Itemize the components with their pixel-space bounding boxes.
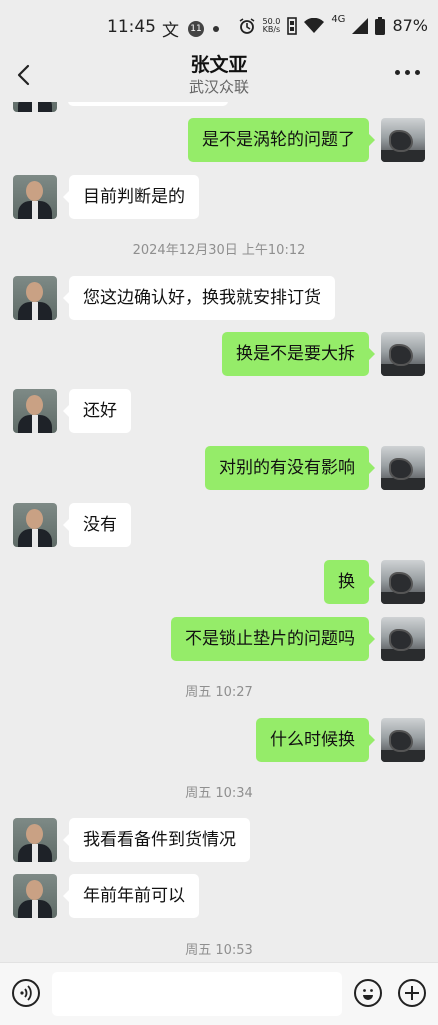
chat-title: 张文亚 xyxy=(190,54,248,76)
my-avatar[interactable] xyxy=(381,718,425,762)
dot-icon xyxy=(213,25,219,32)
timestamp: 2024年12月30日 上午10:12 xyxy=(132,243,306,258)
alarm-icon xyxy=(239,17,254,34)
message-bubble-received[interactable]: 没有 xyxy=(63,503,131,547)
net-speed: 50.0 KB/s xyxy=(262,17,281,34)
input-bar xyxy=(0,962,438,1025)
message-bubble-sent[interactable]: 换 xyxy=(324,560,375,604)
signal-icon xyxy=(352,17,369,34)
timestamp: 周五 10:34 xyxy=(185,786,253,801)
timestamp: 周五 10:27 xyxy=(185,685,253,700)
status-time: 11:45 xyxy=(107,17,156,37)
message-bubble-sent[interactable]: 对别的有没有影响 xyxy=(205,446,375,490)
timestamp: 周五 10:53 xyxy=(185,943,253,958)
message-bubble-partial xyxy=(68,102,228,106)
contact-avatar[interactable] xyxy=(13,175,57,219)
battery-icon xyxy=(375,16,386,35)
voice-icon[interactable] xyxy=(12,979,40,1007)
contact-avatar[interactable] xyxy=(13,389,57,433)
battery-level: 87% xyxy=(392,16,428,35)
translate-icon: 文 xyxy=(162,21,179,41)
wifi-icon xyxy=(304,17,325,33)
message-bubble-sent[interactable]: 不是锁止垫片的问题吗 xyxy=(171,617,375,661)
message-list[interactable]: 是不是涡轮的问题了 目前判断是的 2024年12月30日 上午10:12 您这边… xyxy=(0,102,438,962)
emoji-icon[interactable] xyxy=(354,979,382,1007)
more-icon[interactable] xyxy=(395,70,420,75)
network-type: 4G xyxy=(331,14,346,25)
plus-icon[interactable] xyxy=(398,979,426,1007)
contact-avatar[interactable] xyxy=(13,276,57,320)
message-bubble-received[interactable]: 我看看备件到货情况 xyxy=(63,818,250,862)
net-speed-unit: KB/s xyxy=(262,24,281,34)
chat-header: 张文亚 武汉众联 xyxy=(0,48,438,102)
contact-avatar[interactable] xyxy=(13,102,57,112)
notification-badge: 11 xyxy=(188,20,204,37)
contact-avatar[interactable] xyxy=(13,874,57,918)
my-avatar[interactable] xyxy=(381,617,425,661)
contact-avatar[interactable] xyxy=(13,818,57,862)
status-bar: 11:45 文 11 50.0 KB/s 4G 87% xyxy=(0,0,438,48)
my-avatar[interactable] xyxy=(381,332,425,376)
message-bubble-sent[interactable]: 什么时候换 xyxy=(256,718,375,762)
message-bubble-received[interactable]: 年前年前可以 xyxy=(63,874,199,918)
message-input[interactable] xyxy=(52,972,342,1016)
message-bubble-received[interactable]: 还好 xyxy=(63,389,131,433)
chat-subtitle: 武汉众联 xyxy=(188,78,249,96)
data-saver-icon xyxy=(287,16,298,35)
my-avatar[interactable] xyxy=(381,118,425,162)
message-bubble-received[interactable]: 目前判断是的 xyxy=(63,175,199,219)
contact-avatar[interactable] xyxy=(13,503,57,547)
my-avatar[interactable] xyxy=(381,446,425,490)
message-bubble-sent[interactable]: 是不是涡轮的问题了 xyxy=(188,118,375,162)
my-avatar[interactable] xyxy=(381,560,425,604)
message-bubble-received[interactable]: 您这边确认好，换我就安排订货 xyxy=(63,276,335,320)
message-bubble-sent[interactable]: 换是不是要大拆 xyxy=(222,332,375,376)
